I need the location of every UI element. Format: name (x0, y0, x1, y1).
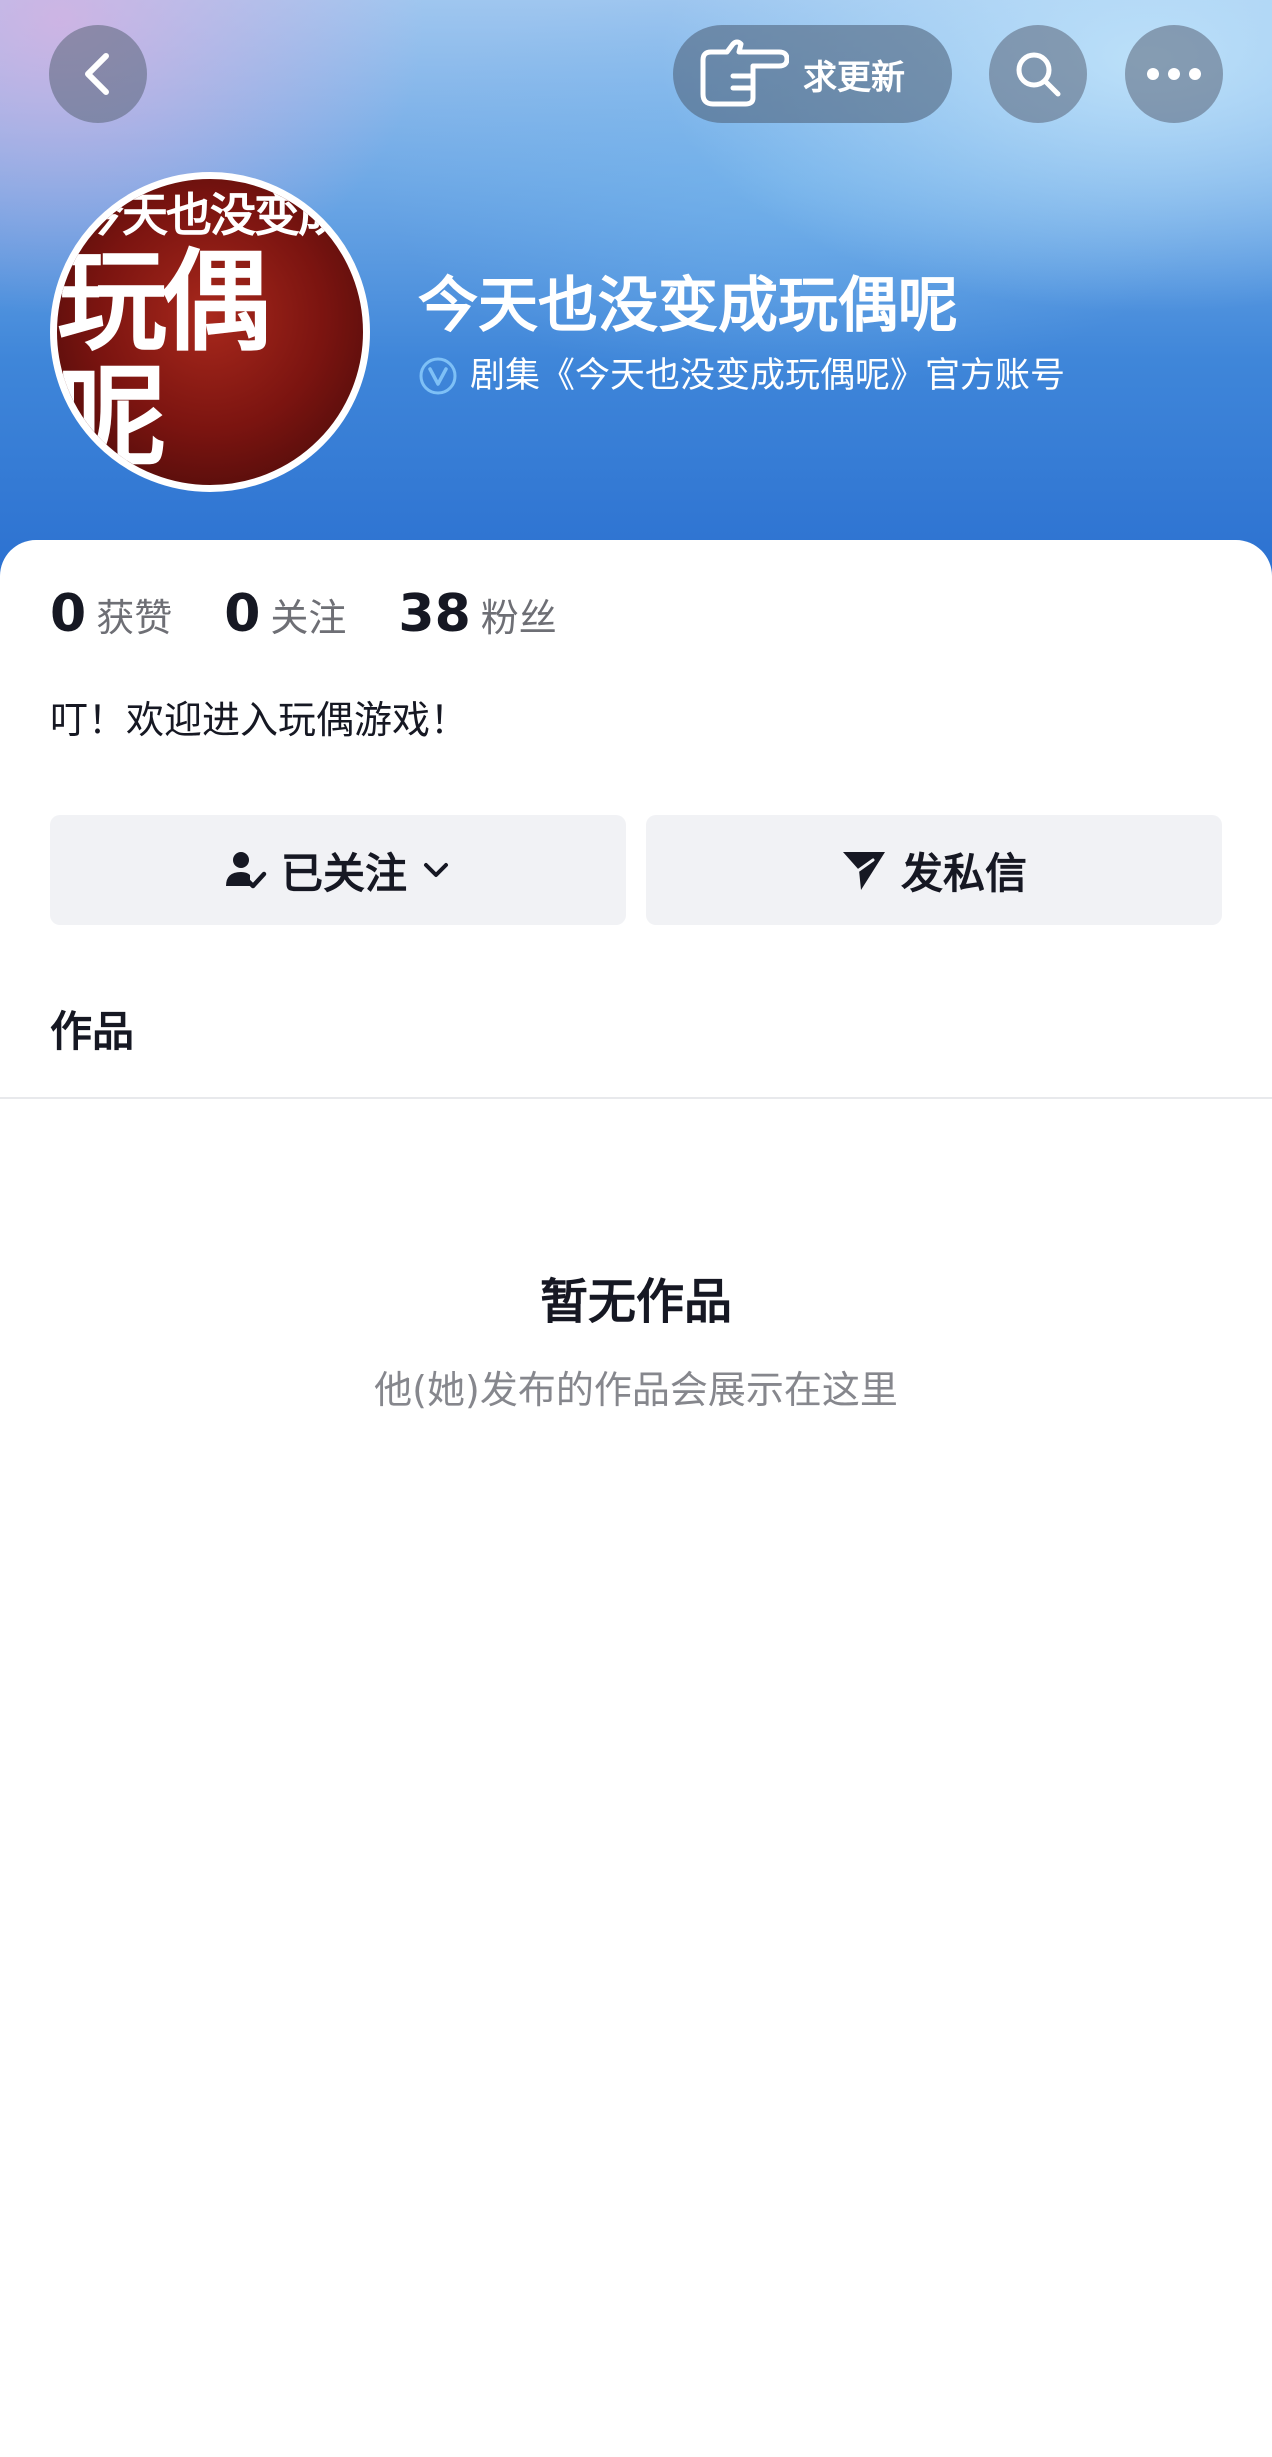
send-message-label: 发私信 (900, 848, 1027, 898)
more-options-button[interactable] (1125, 25, 1223, 123)
back-arrow-icon (85, 53, 109, 95)
stat-followers[interactable]: 38 粉丝 (398, 584, 556, 644)
verification-line: 剧集《今天也没变成玩偶呢》官方账号 (418, 352, 1065, 400)
stat-likes[interactable]: 0 获赞 (50, 584, 172, 644)
stat-following-label: 关注 (270, 596, 347, 640)
stat-following-value: 0 (224, 584, 261, 644)
profile-name: 今天也没变成玩偶呢 (418, 271, 958, 341)
send-message-button[interactable]: 发私信 (646, 815, 1222, 925)
empty-state-title: 暂无作品 (539, 1274, 732, 1330)
stat-followers-label: 粉丝 (480, 596, 557, 640)
stat-likes-label: 获赞 (96, 596, 173, 640)
tab-works[interactable]: 作品 (50, 1004, 134, 1060)
verification-text: 剧集《今天也没变成玩偶呢》官方账号 (470, 356, 1066, 396)
more-dots-icon (1147, 68, 1201, 80)
verified-v-icon (418, 356, 458, 396)
avatar-logo-bottom: 玩偶呢 (57, 237, 271, 481)
stat-following[interactable]: 0 关注 (224, 584, 346, 644)
profile-content-card: 0 获赞 0 关注 38 粉丝 叮！欢迎进入玩偶游戏！ 已关注 发私信 作品 暂… (0, 540, 1272, 2457)
pointing-hand-icon (700, 39, 789, 107)
user-check-icon (223, 848, 267, 892)
avatar[interactable]: 今天也没变成 玩偶呢 (50, 172, 370, 492)
search-button[interactable] (989, 25, 1087, 123)
search-icon (1016, 52, 1061, 97)
followed-label: 已关注 (280, 848, 407, 898)
chevron-down-icon (419, 853, 453, 887)
empty-state-subtitle: 他(她)发布的作品会展示在这里 (374, 1368, 898, 1412)
request-update-label: 求更新 (803, 57, 905, 98)
tab-divider (0, 1097, 1272, 1099)
avatar-logo-top: 今天也没变成 (78, 187, 344, 242)
stat-followers-value: 38 (398, 584, 471, 644)
profile-header-banner: 求更新 今天也没变成 玩偶呢 今天也没变成玩偶呢 剧集《今天也没变成玩偶呢》官方… (0, 0, 1272, 600)
stats-row: 0 获赞 0 关注 38 粉丝 (50, 584, 609, 644)
request-update-button[interactable]: 求更新 (673, 25, 952, 123)
back-button[interactable] (49, 25, 147, 123)
profile-bio: 叮！欢迎进入玩偶游戏！ (50, 698, 469, 742)
followed-button[interactable]: 已关注 (50, 815, 626, 925)
paper-plane-icon (841, 848, 887, 892)
stat-likes-value: 0 (50, 584, 87, 644)
